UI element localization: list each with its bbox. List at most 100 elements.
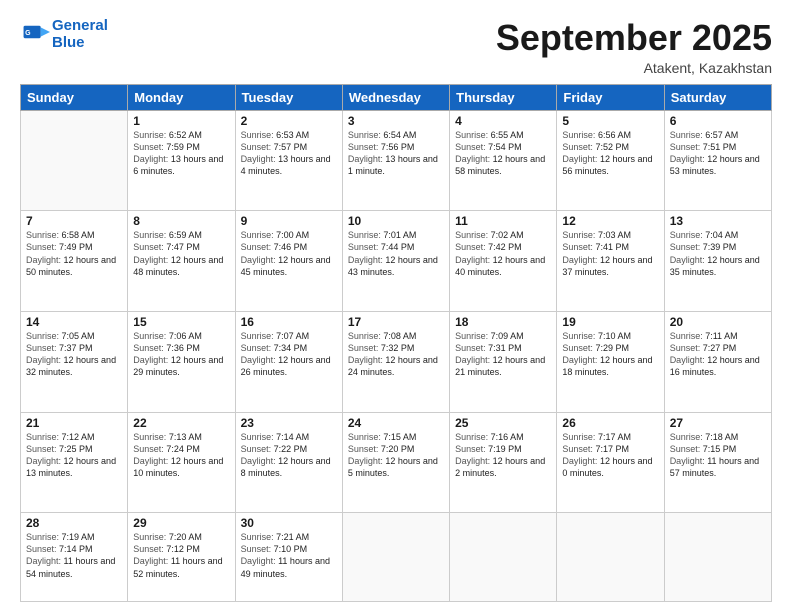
sunrise-value: 7:03 AM [598, 230, 631, 240]
day-number: 30 [241, 516, 337, 530]
sunset-label: Sunset: [455, 343, 488, 353]
sunrise-label: Sunrise: [26, 432, 62, 442]
sunrise-label: Sunrise: [562, 130, 598, 140]
sunrise-label: Sunrise: [455, 130, 491, 140]
sunset-label: Sunset: [133, 444, 166, 454]
calendar-cell: 3Sunrise: 6:54 AMSunset: 7:56 PMDaylight… [342, 110, 449, 211]
sunset-value: 7:56 PM [381, 142, 415, 152]
sunset-value: 7:27 PM [703, 343, 737, 353]
sunrise-label: Sunrise: [455, 230, 491, 240]
calendar-header-row: SundayMondayTuesdayWednesdayThursdayFrid… [21, 84, 772, 110]
daylight-label: Daylight: [26, 355, 64, 365]
page: G General Blue September 2025 Atakent, K… [0, 0, 792, 612]
cell-details: Sunrise: 7:04 AMSunset: 7:39 PMDaylight:… [670, 229, 766, 278]
location-subtitle: Atakent, Kazakhstan [496, 60, 772, 76]
sunrise-value: 7:16 AM [491, 432, 524, 442]
daylight-label: Daylight: [562, 255, 600, 265]
calendar-cell [342, 513, 449, 602]
weekday-header: Tuesday [235, 84, 342, 110]
sunrise-value: 7:21 AM [276, 532, 309, 542]
calendar-cell: 29Sunrise: 7:20 AMSunset: 7:12 PMDayligh… [128, 513, 235, 602]
sunrise-label: Sunrise: [348, 130, 384, 140]
logo: G General Blue [20, 18, 108, 51]
cell-details: Sunrise: 7:12 AMSunset: 7:25 PMDaylight:… [26, 431, 122, 480]
sunset-value: 7:34 PM [274, 343, 308, 353]
cell-details: Sunrise: 7:00 AMSunset: 7:46 PMDaylight:… [241, 229, 337, 278]
weekday-header: Thursday [450, 84, 557, 110]
sunrise-label: Sunrise: [455, 432, 491, 442]
sunrise-value: 7:19 AM [62, 532, 95, 542]
calendar-cell: 12Sunrise: 7:03 AMSunset: 7:41 PMDayligh… [557, 211, 664, 312]
cell-details: Sunrise: 6:56 AMSunset: 7:52 PMDaylight:… [562, 129, 658, 178]
sunrise-label: Sunrise: [348, 230, 384, 240]
cell-details: Sunrise: 7:16 AMSunset: 7:19 PMDaylight:… [455, 431, 551, 480]
daylight-label: Daylight: [455, 154, 493, 164]
sunset-label: Sunset: [562, 444, 595, 454]
calendar-cell [450, 513, 557, 602]
sunrise-value: 7:09 AM [491, 331, 524, 341]
cell-details: Sunrise: 7:10 AMSunset: 7:29 PMDaylight:… [562, 330, 658, 379]
sunset-value: 7:39 PM [703, 242, 737, 252]
calendar-cell [664, 513, 771, 602]
weekday-header: Monday [128, 84, 235, 110]
sunrise-label: Sunrise: [133, 230, 169, 240]
daylight-label: Daylight: [455, 456, 493, 466]
sunrise-label: Sunrise: [26, 230, 62, 240]
cell-details: Sunrise: 7:14 AMSunset: 7:22 PMDaylight:… [241, 431, 337, 480]
daylight-label: Daylight: [241, 456, 279, 466]
sunset-label: Sunset: [670, 444, 703, 454]
daylight-label: Daylight: [133, 456, 171, 466]
cell-details: Sunrise: 6:54 AMSunset: 7:56 PMDaylight:… [348, 129, 444, 178]
calendar-cell: 25Sunrise: 7:16 AMSunset: 7:19 PMDayligh… [450, 412, 557, 513]
sunrise-label: Sunrise: [670, 230, 706, 240]
sunrise-value: 6:53 AM [276, 130, 309, 140]
sunrise-value: 7:14 AM [276, 432, 309, 442]
calendar-week-row: 28Sunrise: 7:19 AMSunset: 7:14 PMDayligh… [21, 513, 772, 602]
calendar-cell: 10Sunrise: 7:01 AMSunset: 7:44 PMDayligh… [342, 211, 449, 312]
cell-details: Sunrise: 6:59 AMSunset: 7:47 PMDaylight:… [133, 229, 229, 278]
cell-details: Sunrise: 6:55 AMSunset: 7:54 PMDaylight:… [455, 129, 551, 178]
sunrise-value: 7:11 AM [705, 331, 737, 341]
sunrise-value: 7:15 AM [383, 432, 416, 442]
sunset-value: 7:59 PM [166, 142, 200, 152]
cell-details: Sunrise: 7:09 AMSunset: 7:31 PMDaylight:… [455, 330, 551, 379]
daylight-label: Daylight: [26, 556, 64, 566]
day-number: 14 [26, 315, 122, 329]
cell-details: Sunrise: 7:13 AMSunset: 7:24 PMDaylight:… [133, 431, 229, 480]
sunrise-label: Sunrise: [562, 331, 598, 341]
sunset-label: Sunset: [670, 242, 703, 252]
sunrise-value: 7:01 AM [383, 230, 416, 240]
sunset-label: Sunset: [670, 142, 703, 152]
calendar-cell: 26Sunrise: 7:17 AMSunset: 7:17 PMDayligh… [557, 412, 664, 513]
daylight-label: Daylight: [133, 556, 171, 566]
sunset-value: 7:15 PM [703, 444, 737, 454]
calendar-cell: 2Sunrise: 6:53 AMSunset: 7:57 PMDaylight… [235, 110, 342, 211]
sunset-value: 7:37 PM [59, 343, 93, 353]
sunset-label: Sunset: [562, 343, 595, 353]
calendar-week-row: 7Sunrise: 6:58 AMSunset: 7:49 PMDaylight… [21, 211, 772, 312]
sunrise-label: Sunrise: [670, 432, 706, 442]
sunset-value: 7:42 PM [488, 242, 522, 252]
sunset-label: Sunset: [26, 343, 59, 353]
sunset-label: Sunset: [133, 242, 166, 252]
sunset-label: Sunset: [348, 343, 381, 353]
calendar-cell: 7Sunrise: 6:58 AMSunset: 7:49 PMDaylight… [21, 211, 128, 312]
sunrise-label: Sunrise: [670, 130, 706, 140]
sunrise-label: Sunrise: [348, 432, 384, 442]
daylight-label: Daylight: [670, 456, 708, 466]
daylight-label: Daylight: [348, 154, 386, 164]
logo-icon: G [22, 18, 50, 46]
sunset-value: 7:54 PM [488, 142, 522, 152]
sunset-label: Sunset: [455, 242, 488, 252]
sunset-value: 7:41 PM [595, 242, 629, 252]
sunrise-value: 7:07 AM [276, 331, 309, 341]
cell-details: Sunrise: 7:03 AMSunset: 7:41 PMDaylight:… [562, 229, 658, 278]
sunrise-label: Sunrise: [133, 532, 169, 542]
sunset-value: 7:46 PM [274, 242, 308, 252]
calendar-week-row: 14Sunrise: 7:05 AMSunset: 7:37 PMDayligh… [21, 311, 772, 412]
calendar-cell: 17Sunrise: 7:08 AMSunset: 7:32 PMDayligh… [342, 311, 449, 412]
day-number: 17 [348, 315, 444, 329]
daylight-label: Daylight: [241, 255, 279, 265]
day-number: 29 [133, 516, 229, 530]
sunrise-value: 7:05 AM [62, 331, 95, 341]
